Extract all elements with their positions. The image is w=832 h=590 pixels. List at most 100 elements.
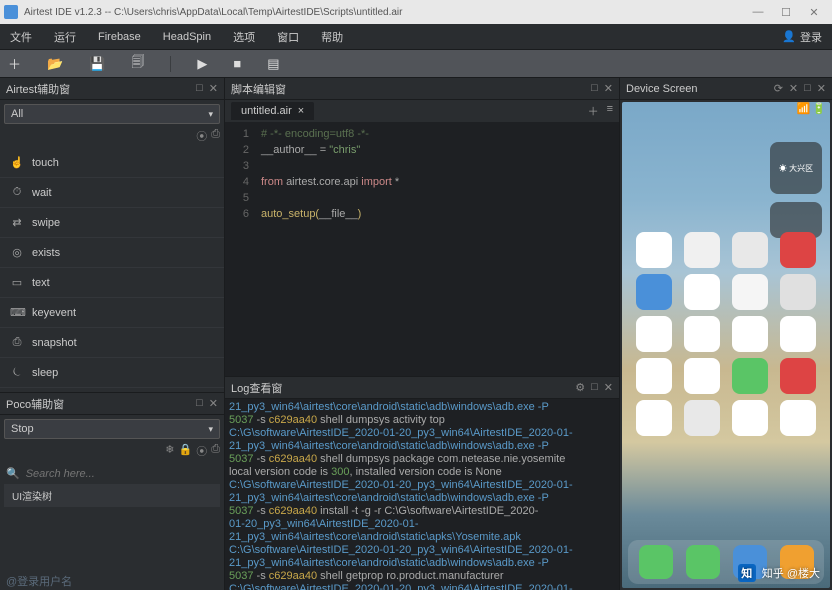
phone-app-icon[interactable] bbox=[639, 545, 673, 579]
panel-close-icon[interactable]: ✕ bbox=[604, 82, 613, 95]
cmd-keyevent[interactable]: ⌨keyevent bbox=[0, 298, 224, 328]
panel-close-icon[interactable]: ✕ bbox=[209, 82, 218, 95]
menu-headspin[interactable]: HeadSpin bbox=[163, 31, 211, 43]
tools-icon[interactable]: ✕ bbox=[789, 82, 798, 95]
search-input[interactable] bbox=[26, 468, 218, 480]
log-output[interactable]: 21_py3_win64\airtest\core\android\static… bbox=[225, 399, 619, 590]
swipe-icon: ⇄ bbox=[10, 216, 24, 229]
cmd-touch[interactable]: ☝touch bbox=[0, 148, 224, 178]
app-icon[interactable] bbox=[636, 400, 672, 436]
cmd-swipe[interactable]: ⇄swipe bbox=[0, 208, 224, 238]
code-body[interactable]: # -*- encoding=utf8 -*- __author__ = "ch… bbox=[255, 122, 619, 376]
panel-float-icon[interactable]: □ bbox=[804, 82, 811, 95]
command-list: ☝touch ⏱wait ⇄swipe ◎exists ▭text ⌨keyev… bbox=[0, 148, 224, 388]
zhihu-icon: 知 bbox=[738, 564, 756, 582]
save-icon[interactable]: 💾 bbox=[89, 56, 105, 72]
airtest-filter-dropdown[interactable]: All ▾ bbox=[4, 104, 220, 124]
app-icon[interactable] bbox=[780, 358, 816, 394]
log-panel-header: Log查看窗 ⚙□✕ bbox=[225, 377, 619, 399]
close-icon[interactable]: × bbox=[298, 105, 304, 117]
cmd-text[interactable]: ▭text bbox=[0, 268, 224, 298]
messages-app-icon[interactable] bbox=[686, 545, 720, 579]
app-icon[interactable] bbox=[636, 274, 672, 310]
poco-mode-dropdown[interactable]: Stop ▾ bbox=[4, 419, 220, 439]
poco-search: 🔍 bbox=[0, 463, 224, 484]
code-editor[interactable]: 123456 # -*- encoding=utf8 -*- __author_… bbox=[225, 122, 619, 376]
record-icon[interactable]: ⦿ bbox=[196, 128, 207, 144]
login-button[interactable]: 👤 登录 bbox=[782, 29, 822, 45]
tab-untitled[interactable]: untitled.air × bbox=[231, 102, 314, 120]
app-icon[interactable] bbox=[732, 316, 768, 352]
script-editor-header: 脚本编辑窗 □✕ bbox=[225, 78, 619, 100]
add-tab-icon[interactable]: ＋ bbox=[588, 103, 599, 119]
menu-firebase[interactable]: Firebase bbox=[98, 31, 141, 43]
exists-icon: ◎ bbox=[10, 246, 24, 259]
menu-run[interactable]: 运行 bbox=[54, 29, 76, 45]
camera-icon[interactable]: ⎙ bbox=[211, 443, 220, 459]
cmd-sleep[interactable]: ⏾sleep bbox=[0, 358, 224, 388]
lock-icon[interactable]: 🔒 bbox=[178, 443, 192, 459]
toolbar: ＋ 📂 💾 🗐 ▶ ■ ▤ bbox=[0, 50, 832, 78]
rotate-icon[interactable]: ⟳ bbox=[774, 82, 783, 95]
app-icon[interactable] bbox=[684, 358, 720, 394]
app-icon[interactable] bbox=[732, 400, 768, 436]
save-all-icon[interactable]: 🗐 bbox=[131, 53, 144, 75]
app-icon bbox=[4, 5, 18, 19]
close-button[interactable]: ✕ bbox=[800, 2, 828, 22]
panel-float-icon[interactable]: □ bbox=[196, 82, 203, 95]
line-gutter: 123456 bbox=[225, 122, 255, 376]
camera-icon[interactable]: ⎙ bbox=[211, 128, 220, 144]
device-statusbar: 📶🔋 bbox=[622, 102, 830, 114]
app-icon[interactable] bbox=[636, 316, 672, 352]
panel-float-icon[interactable]: □ bbox=[591, 381, 598, 394]
record-icon[interactable]: ⦿ bbox=[196, 443, 207, 459]
menu-file[interactable]: 文件 bbox=[10, 29, 32, 45]
keyevent-icon: ⌨ bbox=[10, 306, 24, 319]
app-icon[interactable] bbox=[780, 316, 816, 352]
menu-options[interactable]: 选项 bbox=[233, 29, 255, 45]
watermark: 知 知乎 @楼大 bbox=[738, 564, 820, 582]
app-icon[interactable] bbox=[684, 400, 720, 436]
cmd-exists[interactable]: ◎exists bbox=[0, 238, 224, 268]
cmd-wait[interactable]: ⏱wait bbox=[0, 178, 224, 208]
app-icon[interactable] bbox=[732, 274, 768, 310]
chevron-down-icon: ▾ bbox=[208, 109, 213, 120]
filter-icon[interactable]: ⚙ bbox=[575, 381, 585, 394]
app-icon[interactable] bbox=[780, 274, 816, 310]
app-icon[interactable] bbox=[684, 232, 720, 268]
cmd-snapshot[interactable]: ⎙snapshot bbox=[0, 328, 224, 358]
maximize-button[interactable]: ☐ bbox=[772, 2, 800, 22]
app-icon[interactable] bbox=[636, 232, 672, 268]
menu-help[interactable]: 帮助 bbox=[321, 29, 343, 45]
ui-tree-root[interactable]: UI渲染树 bbox=[4, 484, 220, 507]
app-icon[interactable] bbox=[684, 316, 720, 352]
panel-close-icon[interactable]: ✕ bbox=[817, 82, 826, 95]
panel-close-icon[interactable]: ✕ bbox=[604, 381, 613, 394]
poco-panel-header: Poco辅助窗 □✕ bbox=[0, 393, 224, 415]
menu-window[interactable]: 窗口 bbox=[277, 29, 299, 45]
editor-tabs: untitled.air × ＋ ≡ bbox=[225, 100, 619, 122]
app-icon[interactable] bbox=[636, 358, 672, 394]
report-icon[interactable]: ▤ bbox=[267, 56, 279, 72]
app-icon[interactable] bbox=[732, 358, 768, 394]
panel-close-icon[interactable]: ✕ bbox=[209, 397, 218, 410]
open-icon[interactable]: 📂 bbox=[47, 56, 63, 72]
app-icon[interactable] bbox=[780, 232, 816, 268]
run-icon[interactable]: ▶ bbox=[197, 56, 207, 72]
app-grid-upper bbox=[622, 232, 830, 436]
freeze-icon[interactable]: ❄ bbox=[165, 443, 174, 459]
device-screen[interactable]: 📶🔋 ☀ 大兴区 bbox=[622, 102, 830, 588]
app-icon[interactable] bbox=[780, 400, 816, 436]
app-icon[interactable] bbox=[732, 232, 768, 268]
new-icon[interactable]: ＋ bbox=[8, 54, 21, 73]
search-icon: 🔍 bbox=[6, 467, 20, 480]
app-icon[interactable] bbox=[684, 274, 720, 310]
menu-icon[interactable]: ≡ bbox=[607, 103, 613, 119]
panel-float-icon[interactable]: □ bbox=[591, 82, 598, 95]
panel-float-icon[interactable]: □ bbox=[196, 397, 203, 410]
device-panel-header: Device Screen ⟳✕□✕ bbox=[620, 78, 832, 100]
sleep-icon: ⏾ bbox=[10, 366, 24, 379]
stop-icon[interactable]: ■ bbox=[233, 56, 241, 71]
minimize-button[interactable]: — bbox=[744, 2, 772, 22]
menubar: 文件 运行 Firebase HeadSpin 选项 窗口 帮助 👤 登录 bbox=[0, 24, 832, 50]
